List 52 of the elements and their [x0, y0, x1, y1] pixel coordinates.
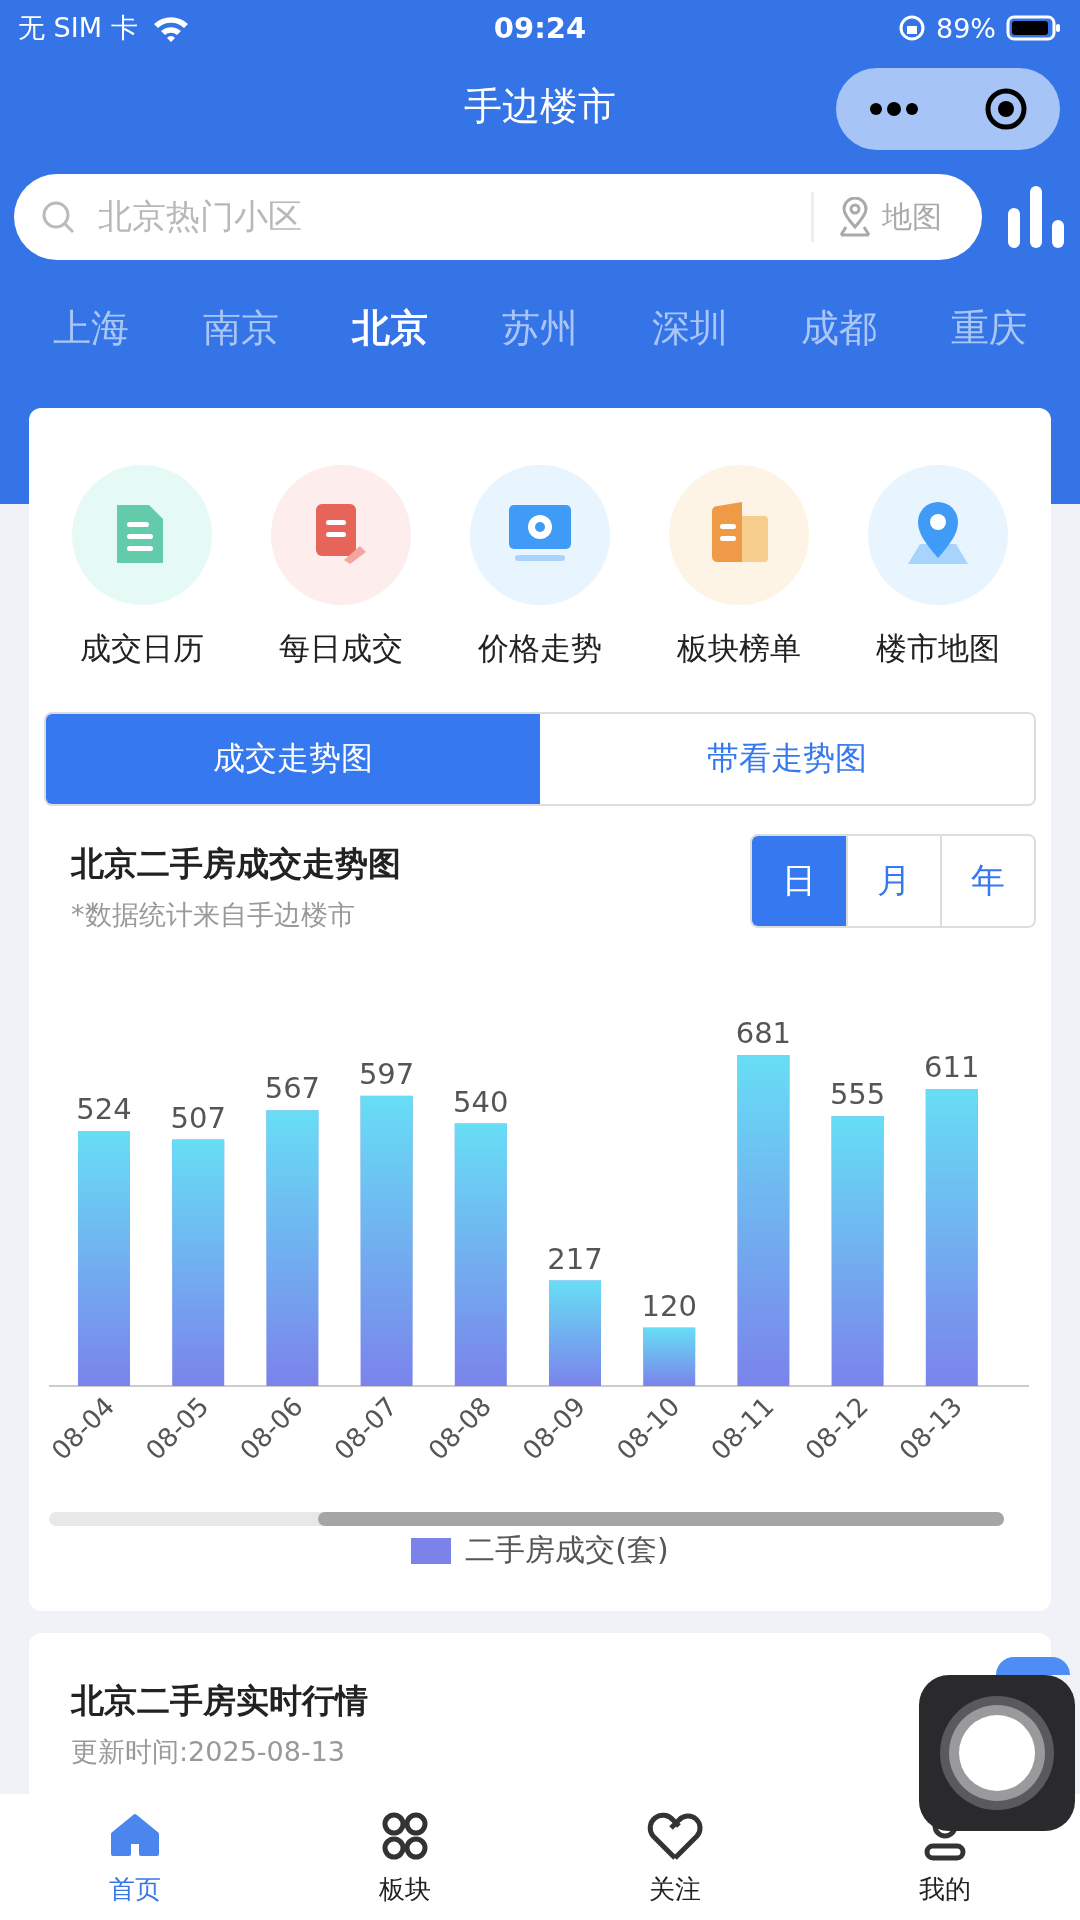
city-tab[interactable]: 深圳 — [643, 300, 736, 356]
section-title: 北京二手房实时行情 — [71, 1680, 369, 1722]
shortcut-button[interactable]: 板块榜单 — [663, 460, 814, 670]
legend-label: 二手房成交(套) — [465, 1531, 669, 1569]
bar-value-label: 217 — [547, 1241, 603, 1276]
app-title: 手边楼市 — [464, 82, 616, 130]
bar-value-label: 597 — [358, 1056, 415, 1091]
tab-bar-item[interactable]: 板块 — [270, 1794, 540, 1920]
period-tab[interactable]: 年 — [940, 836, 1034, 926]
shortcut-button[interactable]: 每日成交 — [266, 460, 417, 670]
period-tab[interactable]: 日 — [752, 836, 846, 926]
city-tab[interactable]: 重庆 — [943, 300, 1036, 356]
tab-bar-item[interactable]: 关注 — [540, 1794, 810, 1920]
bar-value-label: 555 — [829, 1077, 886, 1112]
search-icon — [40, 199, 76, 235]
battery-percent: 89% — [936, 12, 996, 44]
bar-chart-icon[interactable] — [1006, 186, 1066, 248]
city-tab[interactable]: 成都 — [793, 300, 886, 356]
bar-value-label: 567 — [264, 1071, 321, 1106]
shortcut-button[interactable]: 楼市地图 — [862, 460, 1013, 670]
close-target-icon[interactable] — [983, 87, 1028, 131]
shortcut-button[interactable]: 成交日历 — [67, 460, 218, 670]
floating-button[interactable] — [996, 1657, 1070, 1675]
chart-title: 北京二手房成交走势图 — [71, 843, 401, 885]
search-field[interactable]: 北京热门小区 地图 — [14, 174, 982, 260]
ring-icon — [938, 1694, 1056, 1812]
more-icon[interactable] — [868, 102, 919, 116]
chart-subtitle: *数据统计来自手边楼市 — [71, 898, 356, 932]
bar-value-label: 681 — [735, 1016, 792, 1051]
city-tab[interactable]: 上海 — [44, 300, 137, 356]
chart-tab[interactable]: 成交走势图 — [46, 714, 540, 804]
scrollbar[interactable] — [49, 1512, 1004, 1526]
tab-bar-item[interactable]: 首页 — [0, 1794, 270, 1920]
legend-swatch — [411, 1537, 452, 1564]
city-tab[interactable]: 南京 — [194, 300, 287, 356]
map-pin-icon — [838, 197, 872, 237]
carrier-label: 无 SIM 卡 — [18, 11, 138, 45]
city-tab[interactable]: 苏州 — [493, 300, 586, 356]
bar-value-label: 611 — [924, 1050, 980, 1085]
rotation-lock-icon — [898, 14, 926, 42]
clock-time: 09:24 — [493, 11, 587, 45]
scrollbar-thumb[interactable] — [318, 1512, 1004, 1526]
battery-icon — [1006, 14, 1062, 42]
map-button[interactable]: 地图 — [811, 192, 956, 242]
assistive-touch-menu[interactable] — [919, 1675, 1075, 1831]
bar-value-label: 524 — [76, 1092, 132, 1127]
shortcut-button[interactable]: 价格走势 — [465, 460, 615, 670]
city-tab[interactable]: 北京 — [344, 300, 437, 356]
update-time: 更新时间:2025-08-13 — [71, 1735, 346, 1769]
bar-value-label: 540 — [453, 1084, 509, 1119]
bar-value-label: 120 — [641, 1288, 697, 1323]
bar-value-label: 507 — [170, 1100, 226, 1135]
